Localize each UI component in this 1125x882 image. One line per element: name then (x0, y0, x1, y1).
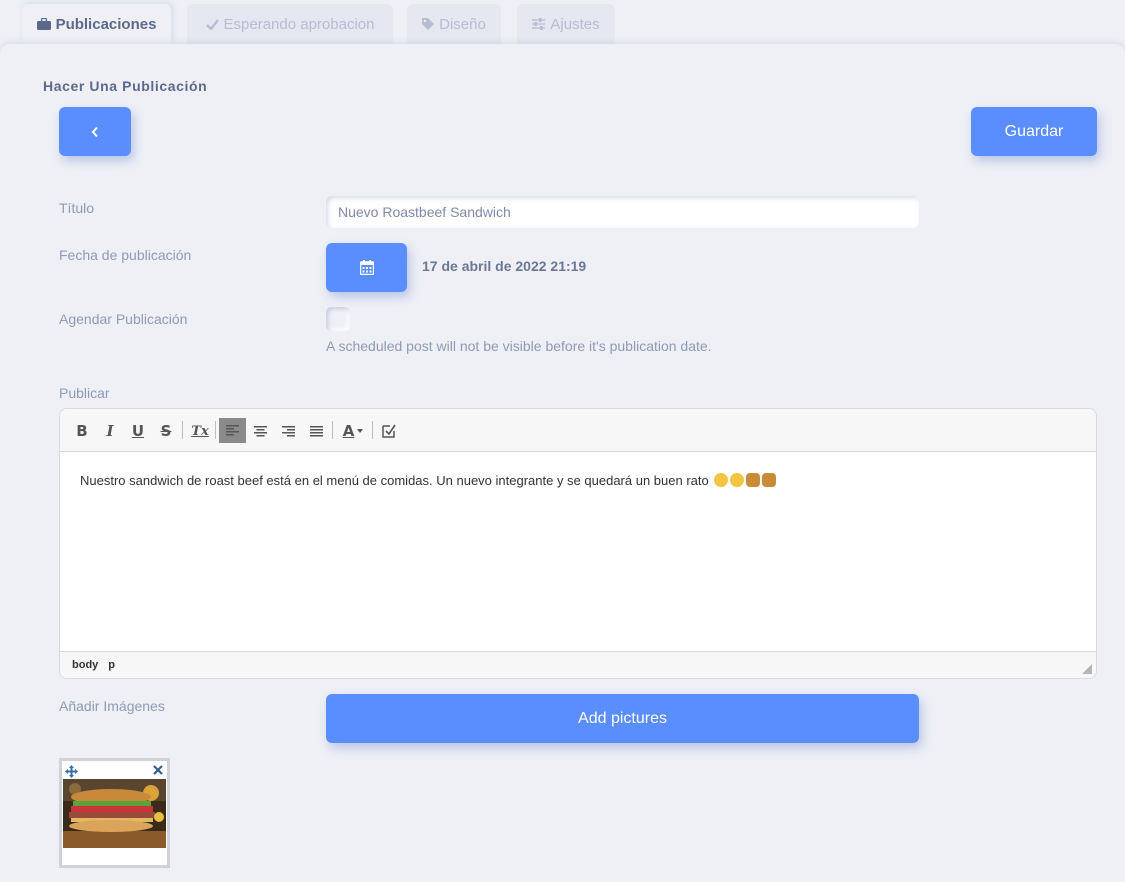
toolbar-divider (182, 421, 183, 439)
insert-checkbox-button[interactable] (377, 419, 401, 443)
section-title: Hacer Una Publicación (43, 78, 208, 94)
yum-emoji-icon (730, 473, 745, 487)
publish-label: Publicar (59, 385, 110, 401)
align-left-button[interactable] (219, 418, 246, 443)
tag-icon (422, 18, 435, 30)
align-center-button[interactable] (248, 419, 272, 443)
sliders-icon (532, 18, 546, 30)
editor-statusbar: body p (60, 651, 1096, 678)
back-button[interactable] (59, 107, 131, 156)
tab-publicaciones[interactable]: Publicaciones (22, 4, 171, 44)
yum-emoji-icon (714, 473, 729, 487)
align-justify-icon (309, 425, 323, 436)
justify-button[interactable] (304, 419, 328, 443)
briefcase-icon (36, 18, 51, 30)
italic-button[interactable]: I (98, 419, 122, 443)
toolbar-divider (332, 421, 333, 439)
calendar-icon (359, 260, 374, 275)
toolbar-divider (215, 421, 216, 439)
align-right-button[interactable] (276, 419, 300, 443)
align-left-icon (226, 425, 239, 436)
sandwich-emoji-icon (746, 473, 761, 487)
publication-date: 17 de abril de 2022 21:19 (422, 258, 587, 274)
check-icon (205, 18, 219, 30)
path-body[interactable]: body (72, 659, 98, 671)
tab-esperando-aprobacion[interactable]: Esperando aprobacion (187, 4, 393, 44)
save-button[interactable]: Guardar (971, 107, 1097, 156)
text-color-button[interactable]: A (338, 419, 368, 443)
tab-ajustes[interactable]: Ajustes (517, 4, 615, 44)
editor-content[interactable]: Nuestro sandwich de roast beef está en e… (60, 453, 1096, 652)
resize-handle-icon[interactable] (1082, 664, 1092, 674)
bold-button[interactable]: B (70, 419, 94, 443)
schedule-label: Agendar Publicación (59, 311, 188, 327)
align-center-icon (253, 425, 267, 436)
strikethrough-button[interactable]: S (154, 419, 178, 443)
tab-diseno[interactable]: Diseño (407, 4, 501, 44)
move-icon[interactable] (65, 765, 78, 778)
add-pictures-button[interactable]: Add pictures (326, 694, 919, 743)
schedule-hint: A scheduled post will not be visible bef… (326, 338, 712, 354)
title-label: Título (59, 200, 95, 216)
images-label: Añadir Imágenes (59, 698, 165, 714)
align-right-icon (281, 425, 295, 436)
tab-label: Esperando aprobacion (223, 15, 375, 33)
image-thumbnail (59, 758, 170, 868)
editor-toolbar: B I U S Tx A (60, 409, 1096, 452)
close-icon[interactable] (153, 765, 163, 775)
tab-label: Publicaciones (55, 15, 157, 33)
caret-down-icon (357, 429, 364, 433)
underline-button[interactable]: U (126, 419, 150, 443)
sandwich-photo (63, 779, 166, 848)
chevron-left-icon (91, 126, 98, 137)
toolbar-divider (372, 421, 373, 439)
sandwich-emoji-icon (762, 473, 777, 487)
post-body-text: Nuestro sandwich de roast beef está en e… (80, 473, 709, 488)
tab-label: Ajustes (550, 15, 600, 33)
date-picker-button[interactable] (326, 243, 407, 292)
tab-label: Diseño (439, 15, 486, 33)
date-label: Fecha de publicación (59, 247, 192, 263)
schedule-checkbox[interactable] (326, 307, 350, 331)
title-input[interactable] (326, 196, 919, 228)
checkbox-edit-icon (382, 424, 396, 438)
rich-text-editor: B I U S Tx A Nuestro sandwich de roast b… (59, 408, 1097, 679)
path-p[interactable]: p (108, 659, 115, 671)
clear-format-button[interactable]: Tx (188, 419, 212, 443)
